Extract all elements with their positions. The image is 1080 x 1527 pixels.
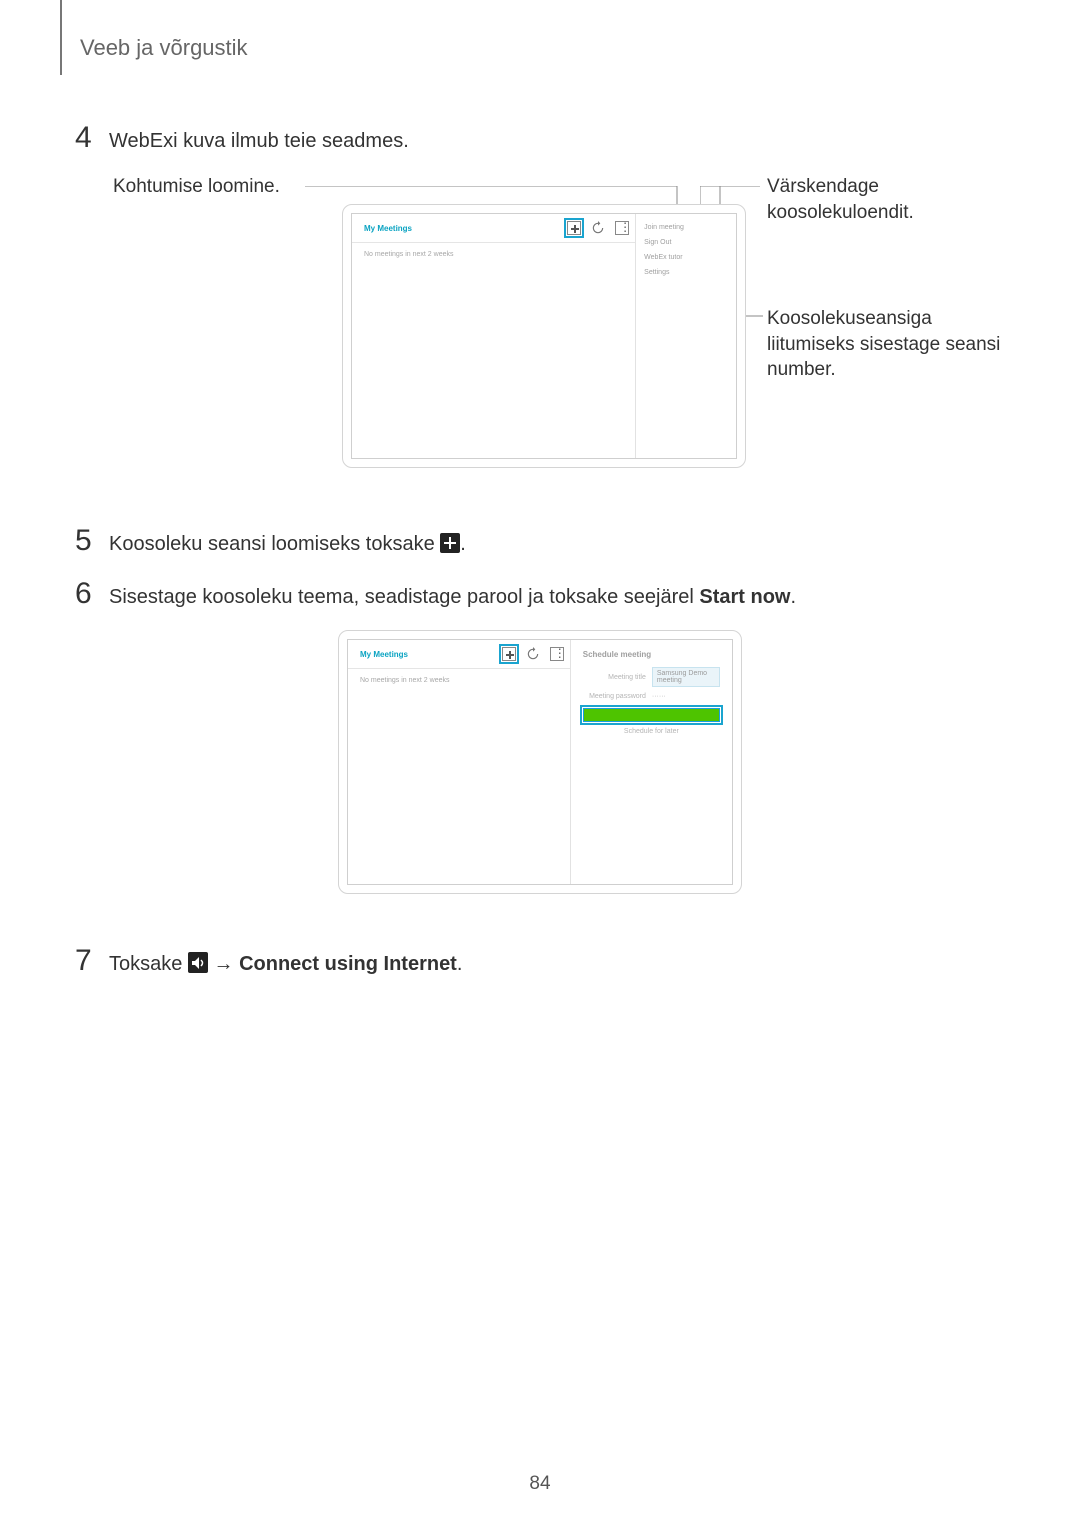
step-number: 6 [75, 577, 109, 611]
screen2-left: My Meetings No meetings in next 2 weeks [348, 640, 571, 884]
plus-icon [440, 533, 460, 553]
new-meeting-icon[interactable] [502, 647, 516, 661]
screen1-left: My Meetings No meetings in next 2 weeks [352, 214, 636, 458]
step6-bold: Start now [699, 586, 790, 608]
menu-signout[interactable]: Sign Out [644, 235, 728, 250]
step-text: Sisestage koosoleku teema, seadistage pa… [109, 582, 796, 612]
row-password: Meeting password ······ [583, 691, 720, 702]
step7-bold: Connect using Internet [239, 953, 457, 975]
step6-pre: Sisestage koosoleku teema, seadistage pa… [109, 586, 699, 608]
menu-tutor[interactable]: WebEx tutor [644, 250, 728, 265]
step-number: 5 [75, 524, 109, 558]
page-number: 84 [0, 1473, 1080, 1495]
audio-icon [188, 952, 208, 972]
callout-create-meeting: Kohtumise loomine. [113, 174, 333, 200]
label-title: Meeting title [583, 674, 646, 681]
more-icon[interactable] [615, 221, 629, 235]
step-text: Koosoleku seansi loomiseks toksake . [109, 529, 466, 559]
callout-join-number: Koosolekuseansiga liitumiseks sisestage … [767, 306, 1007, 383]
input-password[interactable]: ······ [652, 691, 720, 702]
screen-1: My Meetings No meetings in next 2 weeks … [351, 213, 737, 459]
screen-2: My Meetings No meetings in next 2 weeks … [347, 639, 733, 885]
header-rule [60, 0, 62, 75]
row-title: Meeting title Samsung Demo meeting [583, 667, 720, 687]
screen2-title: My Meetings [360, 650, 408, 659]
figure-2: My Meetings No meetings in next 2 weeks … [338, 630, 742, 894]
more-icon[interactable] [550, 647, 564, 661]
page: Veeb ja võrgustik 4 WebExi kuva ilmub te… [0, 0, 1080, 1527]
step-text: WebExi kuva ilmub teie seadmes. [109, 126, 409, 156]
step6-post: . [790, 586, 796, 608]
start-now-button[interactable] [583, 708, 720, 722]
step7-pre: Toksake [109, 953, 188, 975]
steps-list: 4 WebExi kuva ilmub teie seadmes. Kohtum… [75, 121, 1005, 979]
screen1-empty: No meetings in next 2 weeks [352, 243, 635, 266]
screen2-right-panel: Schedule meeting Meeting title Samsung D… [571, 640, 732, 884]
step5-pre: Koosoleku seansi loomiseks toksake [109, 533, 440, 555]
label-password: Meeting password [583, 693, 646, 700]
schedule-later-link[interactable]: Schedule for later [583, 728, 720, 735]
menu-settings[interactable]: Settings [644, 265, 728, 280]
step-number: 7 [75, 944, 109, 978]
new-meeting-icon[interactable] [567, 221, 581, 235]
screen1-topbar: My Meetings [352, 214, 635, 243]
refresh-icon[interactable] [591, 221, 605, 235]
input-title[interactable]: Samsung Demo meeting [652, 667, 720, 687]
screen1-right-panel: Join meeting Sign Out WebEx tutor Settin… [636, 214, 736, 458]
step-4: 4 WebExi kuva ilmub teie seadmes. [75, 121, 1005, 156]
screen2-empty: No meetings in next 2 weeks [348, 669, 570, 692]
step-7: 7 Toksake → Connect using Internet. [75, 944, 1005, 979]
menu-join[interactable]: Join meeting [644, 220, 728, 235]
screen2-topbar: My Meetings [348, 640, 570, 669]
step-6: 6 Sisestage koosoleku teema, seadistage … [75, 577, 1005, 612]
form-header: Schedule meeting [583, 650, 720, 659]
refresh-icon[interactable] [526, 647, 540, 661]
figure-1: Kohtumise loomine. Värskendage koosoleku… [75, 174, 1005, 484]
tablet-mock-2: My Meetings No meetings in next 2 weeks … [338, 630, 742, 894]
step-text: Toksake → Connect using Internet. [109, 949, 462, 979]
step7-arrow: → [208, 953, 239, 975]
step-5: 5 Koosoleku seansi loomiseks toksake . [75, 524, 1005, 559]
step7-post: . [457, 953, 463, 975]
section-title: Veeb ja võrgustik [80, 35, 1005, 61]
callout-refresh: Värskendage koosolekuloendit. [767, 174, 997, 225]
step-number: 4 [75, 121, 109, 155]
screen1-title: My Meetings [364, 224, 412, 233]
tablet-mock-1: My Meetings No meetings in next 2 weeks … [342, 204, 746, 468]
step5-post: . [460, 533, 466, 555]
